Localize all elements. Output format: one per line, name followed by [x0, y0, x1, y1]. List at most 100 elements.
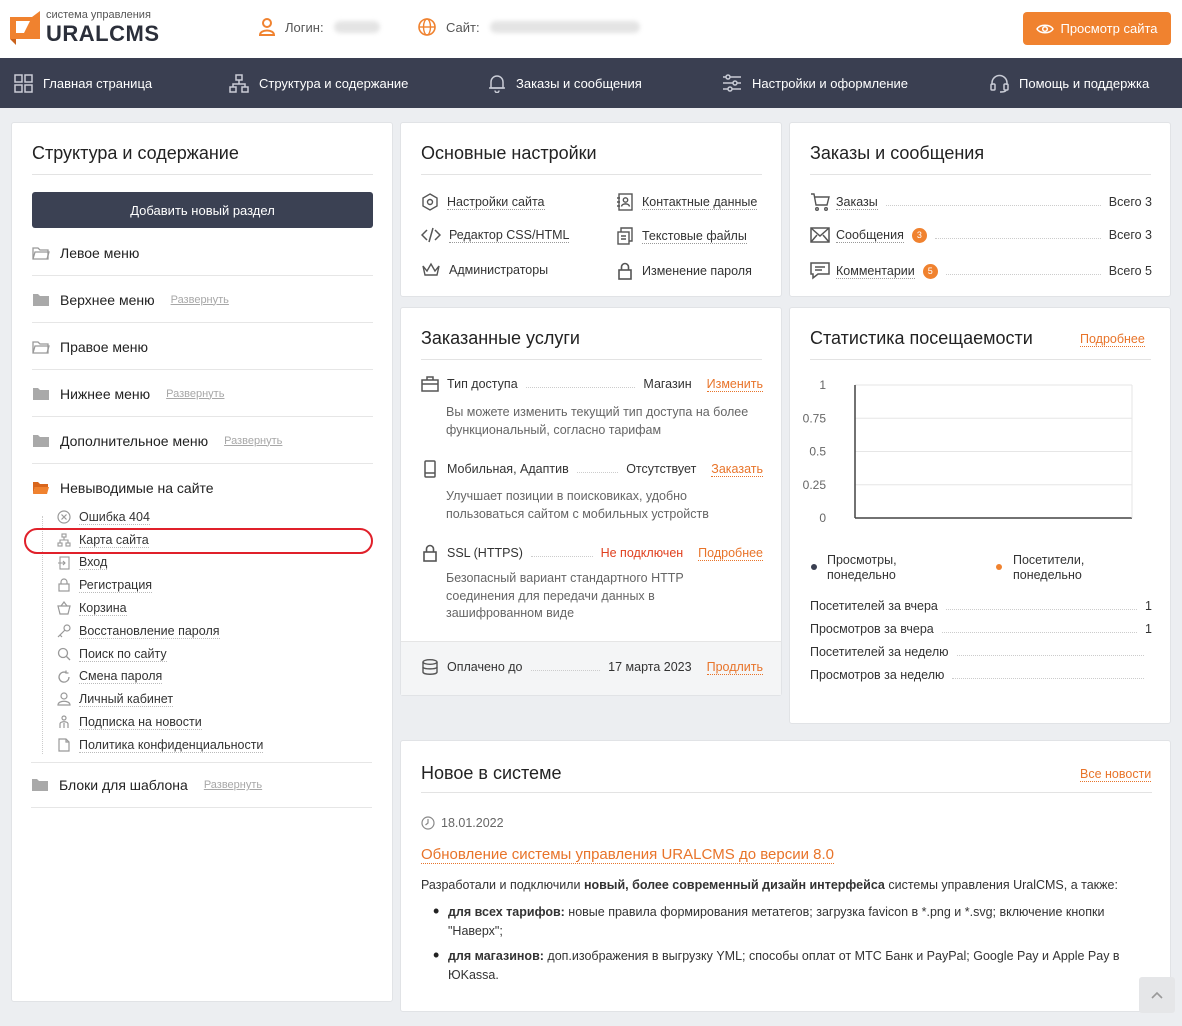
orders-row-comments[interactable]: Комментарии 5 Всего 5	[810, 262, 1152, 280]
menu-top[interactable]: Верхнее меню Развернуть	[32, 277, 373, 323]
grid-icon	[14, 73, 33, 93]
logo-mark-icon	[10, 10, 40, 45]
list-item: для магазинов: доп.изображения в выгрузк…	[431, 946, 1136, 985]
settings-item-admins[interactable]: Администраторы	[421, 262, 548, 278]
service-mobile-row: Мобильная, Адаптив Отсутствует Заказать	[421, 460, 763, 478]
list-item[interactable]: Восстановление пароля	[39, 620, 263, 643]
settings-item-code[interactable]: Редактор CSS/HTML	[421, 227, 570, 243]
services-title: Заказанные услуги	[421, 328, 580, 348]
nav-item-structure[interactable]: Структура и содержание	[229, 58, 408, 108]
leader-dots	[952, 671, 1144, 679]
list-item: для всех тарифов: новые правила формиров…	[431, 902, 1136, 941]
subscribe-icon	[57, 715, 71, 729]
mobile-value: Отсутствует	[626, 462, 697, 476]
settings-item-password[interactable]: Изменение пароля	[616, 262, 752, 280]
orders-row-orders[interactable]: Заказы Всего 3	[810, 193, 1152, 211]
change-access-link[interactable]: Изменить	[706, 377, 763, 392]
intro-text: Разработали и подключили	[421, 878, 584, 892]
menu-additional[interactable]: Дополнительное меню Развернуть	[32, 418, 373, 464]
service-access-row: Тип доступа Магазин Изменить	[421, 376, 763, 392]
logo-title: URALCMS	[46, 21, 160, 46]
menu-blocks[interactable]: Блоки для шаблона Развернуть	[31, 762, 372, 808]
logo-subtitle: система управления	[46, 9, 151, 21]
list-item[interactable]: Корзина	[39, 597, 263, 620]
list-item[interactable]: Регистрация	[39, 574, 263, 597]
mobile-icon	[424, 460, 436, 478]
stats-title: Статистика посещаемости	[810, 328, 1033, 348]
files-icon	[617, 227, 633, 245]
menu-bottom[interactable]: Нижнее меню Развернуть	[32, 371, 373, 417]
stats-details-link[interactable]: Подробнее	[1080, 332, 1145, 347]
news-headline-link[interactable]: Обновление системы управления URALCMS до…	[421, 846, 834, 864]
list-item[interactable]: Вход	[39, 552, 263, 575]
intro-text: системы управления UralCMS, а также:	[884, 878, 1118, 892]
visits-chart: 1 0.75 0.5 0.25 0	[803, 378, 1133, 525]
expand-link[interactable]: Развернуть	[224, 435, 282, 447]
list-item[interactable]: Смена пароля	[39, 666, 263, 689]
divider	[421, 359, 762, 360]
menu-hidden[interactable]: Невыводимые на сайте	[32, 465, 373, 511]
ssl-details-link[interactable]: Подробнее	[698, 546, 763, 561]
extend-link[interactable]: Продлить	[706, 660, 763, 675]
expand-link[interactable]: Развернуть	[166, 388, 224, 400]
access-label: Тип доступа	[447, 377, 518, 391]
sitemap-icon	[229, 73, 249, 93]
login-value-blurred	[333, 21, 380, 33]
list-item[interactable]: Политика конфиденциальности	[39, 734, 264, 757]
page-label: Личный кабинет	[79, 692, 174, 708]
add-section-label: Добавить новый раздел	[130, 202, 275, 218]
user-icon	[57, 692, 71, 706]
main-nav: Главная страница Структура и содержание …	[0, 58, 1182, 108]
settings-item-site[interactable]: Настройки сайта	[421, 193, 545, 211]
list-item[interactable]: Личный кабинет	[39, 688, 263, 711]
settings-panel: Основные настройки Настройки сайта Конта…	[400, 122, 782, 297]
add-section-button[interactable]: Добавить новый раздел	[32, 192, 373, 228]
messages-count-badge: 3	[911, 227, 927, 243]
leader-dots	[941, 625, 1138, 633]
news-title: Новое в системе	[421, 763, 562, 783]
stats-label: Просмотров за вчера	[810, 622, 934, 636]
news-bullets: для всех тарифов: новые правила формиров…	[431, 902, 1136, 991]
nav-label: Помощь и поддержка	[1019, 75, 1150, 91]
order-mobile-link[interactable]: Заказать	[711, 462, 763, 477]
nav-label: Заказы и сообщения	[516, 75, 642, 91]
page-label: Поиск по сайту	[79, 646, 167, 662]
menu-label: Невыводимые на сайте	[60, 480, 214, 496]
nav-item-settings[interactable]: Настройки и оформление	[722, 58, 908, 108]
folder-icon	[33, 387, 49, 400]
stats-row: Посетителей за вчера 1	[810, 599, 1152, 613]
nav-label: Настройки и оформление	[752, 75, 909, 91]
page-label: Подписка на новости	[79, 715, 202, 731]
divider	[810, 174, 1151, 175]
all-news-link[interactable]: Все новости	[1080, 767, 1152, 782]
orders-row-messages[interactable]: Сообщения 3 Всего 3	[810, 227, 1152, 243]
view-site-button[interactable]: Просмотр сайта	[1023, 12, 1171, 45]
settings-item-contacts[interactable]: Контактные данные	[616, 193, 758, 211]
expand-link[interactable]: Развернуть	[204, 779, 262, 791]
clock-icon	[421, 816, 435, 830]
settings-label: Настройки сайта	[447, 194, 545, 210]
list-item[interactable]: Подписка на новости	[39, 711, 263, 734]
stats-row: Посетителей за неделю	[810, 645, 1152, 659]
legend-visitors: Посетители, понедельно	[1013, 553, 1085, 582]
expand-link[interactable]: Развернуть	[171, 294, 229, 306]
menu-label: Правое меню	[60, 338, 149, 355]
envelope-icon	[810, 227, 830, 243]
nav-item-home[interactable]: Главная страница	[14, 58, 152, 108]
logo[interactable]: система управления URALCMS	[10, 10, 160, 45]
divider	[421, 792, 1152, 793]
nav-item-orders[interactable]: Заказы и сообщения	[488, 58, 642, 108]
list-item[interactable]: Поиск по сайту	[39, 643, 263, 666]
list-item[interactable]: Ошибка 404	[39, 506, 263, 529]
nav-item-help[interactable]: Помощь и поддержка	[990, 58, 1149, 108]
leader-dots	[525, 380, 636, 388]
chevron-up-icon	[1151, 991, 1163, 999]
menu-right[interactable]: Правое меню	[32, 324, 373, 370]
folder-open-orange-icon	[33, 482, 49, 494]
cart-icon	[811, 193, 830, 211]
paid-label: Оплачено до	[447, 660, 523, 674]
settings-item-files[interactable]: Текстовые файлы	[616, 227, 747, 245]
menu-left[interactable]: Левое меню	[32, 230, 373, 276]
scroll-top-button[interactable]	[1139, 977, 1175, 1013]
legend-views: Просмотры, понедельно	[827, 553, 897, 582]
